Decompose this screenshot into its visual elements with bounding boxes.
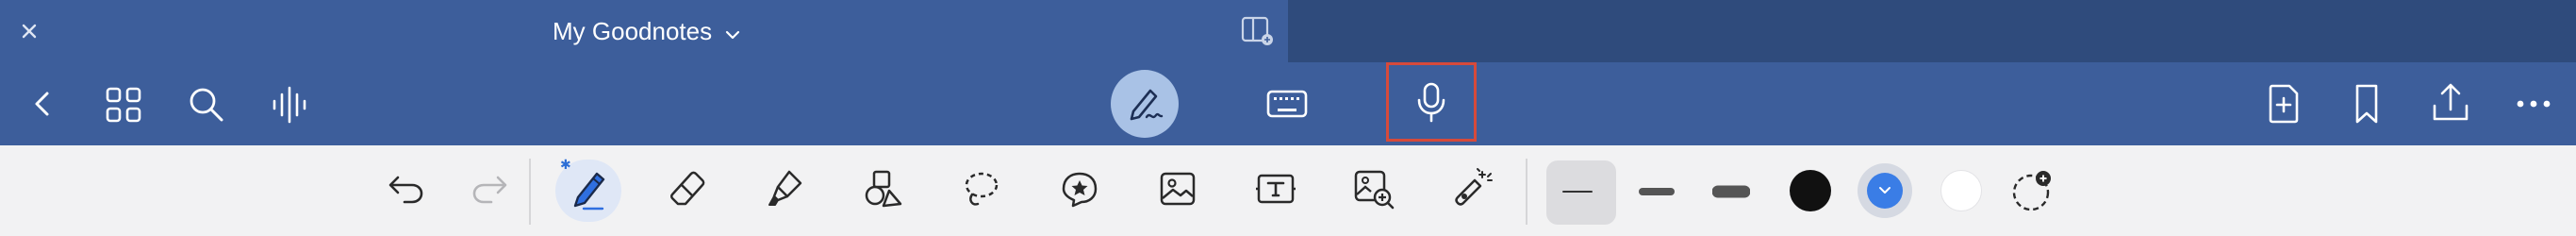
image-search-tool[interactable]	[1343, 162, 1405, 219]
split-view-icon[interactable]	[1239, 13, 1277, 49]
more-icon[interactable]	[2512, 83, 2555, 125]
tools-divider	[529, 159, 531, 225]
audio-wave-icon[interactable]	[268, 83, 311, 126]
color-swatch-blue[interactable]	[1867, 173, 1903, 209]
options-divider	[1526, 159, 1527, 225]
navigation-toolbar	[0, 62, 2576, 145]
add-page-icon[interactable]	[2261, 81, 2306, 126]
chevron-down-icon	[723, 22, 742, 41]
image-icon	[1155, 166, 1200, 216]
undo-icon	[384, 168, 429, 214]
bluetooth-icon: ✱	[560, 157, 571, 172]
bookmark-icon[interactable]	[2346, 81, 2387, 126]
stroke-width-thick[interactable]	[1712, 181, 1750, 202]
document-tab: My Goodnotes	[0, 0, 1288, 62]
pen-tool-icon	[565, 165, 612, 217]
back-icon[interactable]	[23, 83, 64, 125]
highlighter-tool[interactable]	[754, 162, 817, 219]
stroke-width-medium[interactable]	[1639, 183, 1675, 200]
lasso-tool[interactable]	[950, 162, 1013, 219]
image-search-icon	[1350, 165, 1397, 217]
add-color-icon[interactable]	[2008, 166, 2057, 215]
document-title: My Goodnotes	[553, 16, 713, 45]
laser-pointer-tool[interactable]	[1441, 162, 1503, 219]
redo-icon	[467, 168, 512, 214]
laser-pointer-icon	[1448, 165, 1495, 217]
color-swatch-black[interactable]	[1790, 170, 1831, 211]
stroke-width-thin[interactable]	[1561, 184, 1593, 199]
title-bar: My Goodnotes	[0, 0, 2576, 62]
image-tool[interactable]	[1147, 162, 1209, 219]
keyboard-icon[interactable]	[1263, 83, 1311, 125]
chevron-down-icon	[1878, 182, 1891, 199]
microphone-icon	[1411, 79, 1452, 125]
close-icon[interactable]	[15, 17, 43, 45]
grid-icon[interactable]	[102, 83, 145, 126]
eraser-tool[interactable]	[656, 162, 718, 219]
document-title-button[interactable]: My Goodnotes	[553, 13, 742, 49]
pen-mode-icon	[1124, 83, 1165, 125]
text-box-icon	[1252, 166, 1299, 216]
search-icon[interactable]	[185, 83, 228, 126]
sticker-icon	[1056, 166, 1103, 216]
text-tool[interactable]	[1245, 162, 1307, 219]
eraser-icon	[665, 166, 710, 216]
highlighter-icon	[763, 166, 808, 216]
drawing-tools-bar: ✱	[0, 145, 2576, 236]
lasso-icon	[959, 166, 1004, 216]
shapes-icon	[861, 166, 906, 216]
microphone-button[interactable]	[1386, 62, 1477, 142]
share-icon[interactable]	[2427, 79, 2474, 126]
redo-button[interactable]	[458, 162, 520, 219]
elements-tool[interactable]	[1049, 162, 1111, 219]
shapes-tool[interactable]	[852, 162, 915, 219]
undo-button[interactable]	[375, 162, 438, 219]
color-swatch-white[interactable]	[1940, 170, 1982, 211]
pen-mode-button[interactable]	[1111, 70, 1179, 138]
